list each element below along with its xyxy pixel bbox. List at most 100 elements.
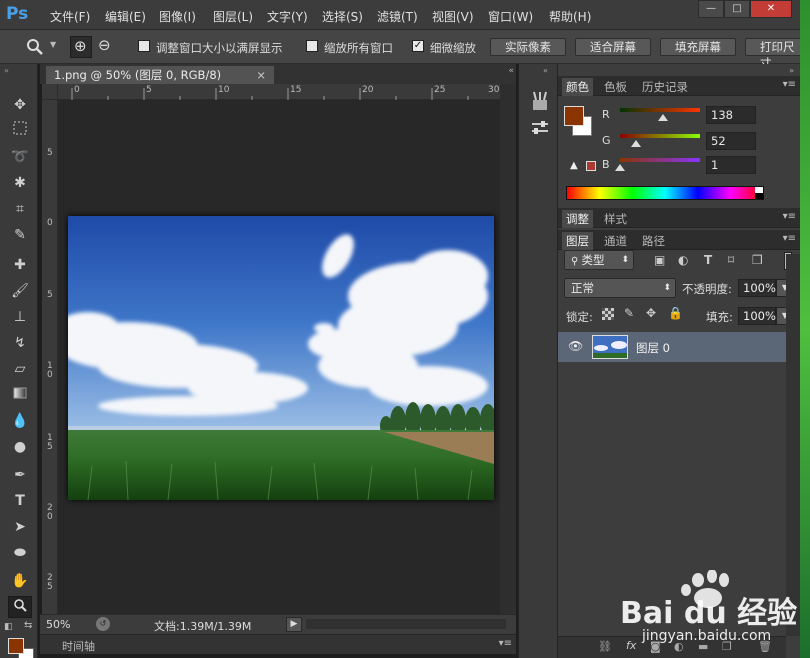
filter-type-layers-icon[interactable]: T xyxy=(704,253,712,267)
move-tool-icon[interactable]: ✥ xyxy=(8,94,32,116)
tab-layers[interactable]: 图层 xyxy=(562,232,593,250)
tab-history[interactable]: 历史记录 xyxy=(638,78,692,96)
tab-styles[interactable]: 样式 xyxy=(600,210,631,228)
fill-screen-button[interactable]: 填充屏幕 xyxy=(660,38,736,56)
blue-slider[interactable] xyxy=(620,158,700,162)
tab-swatches[interactable]: 色板 xyxy=(600,78,631,96)
fill-field[interactable]: 100% xyxy=(738,307,776,325)
expand-panels-icon[interactable]: « xyxy=(543,66,548,75)
tab-paths[interactable]: 路径 xyxy=(638,232,669,250)
vertical-ruler[interactable]: 5 0 5 1 0 1 5 2 0 2 5 xyxy=(42,100,58,614)
clone-stamp-tool-icon[interactable]: ⊥ xyxy=(8,306,32,328)
healing-brush-tool-icon[interactable]: ✚ xyxy=(8,254,32,276)
panel-menu-icon[interactable]: ▾≡ xyxy=(783,79,796,90)
green-slider-thumb[interactable] xyxy=(631,140,641,147)
resize-windows-checkbox[interactable] xyxy=(138,40,150,52)
link-layers-icon[interactable]: ⛓ xyxy=(598,640,612,653)
tab-channels[interactable]: 通道 xyxy=(600,232,631,250)
panel-menu-icon[interactable]: ▾≡ xyxy=(783,233,796,244)
hand-tool-icon[interactable]: ✋ xyxy=(8,570,32,592)
lock-image-pixels-icon[interactable]: ✎ xyxy=(624,306,634,320)
dodge-tool-icon[interactable]: ● xyxy=(8,436,32,458)
pen-tool-icon[interactable]: ✒ xyxy=(8,464,32,486)
timeline-tab[interactable]: 时间轴 xyxy=(62,638,95,654)
minimize-button[interactable]: — xyxy=(698,0,724,18)
filter-smart-objects-icon[interactable]: ❒ xyxy=(752,253,763,267)
tab-adjustments[interactable]: 调整 xyxy=(562,210,593,228)
horizontal-scrollbar[interactable] xyxy=(306,619,506,629)
blue-value-field[interactable]: 1 xyxy=(706,156,756,174)
document-vertical-scrollbar[interactable] xyxy=(500,84,516,614)
lasso-tool-icon[interactable]: ➰ xyxy=(8,146,32,168)
menu-image[interactable]: 图像(I) xyxy=(159,8,196,25)
menu-layer[interactable]: 图层(L) xyxy=(213,8,253,25)
collapse-panels-icon[interactable]: » xyxy=(789,66,794,75)
lock-all-icon[interactable]: 🔒 xyxy=(668,306,683,320)
filter-pixel-layers-icon[interactable]: ▣ xyxy=(654,253,665,267)
color-foreground-swatch[interactable] xyxy=(564,106,584,126)
share-icon[interactable]: ↺ xyxy=(96,617,110,631)
gamut-color-swatch[interactable] xyxy=(586,161,596,171)
filter-adjustment-layers-icon[interactable]: ◐ xyxy=(678,253,688,267)
gamut-warning-icon[interactable]: ▲ xyxy=(570,160,578,171)
zoom-tool-icon[interactable] xyxy=(8,596,32,618)
print-size-button[interactable]: 打印尺寸 xyxy=(745,38,805,70)
status-menu-arrow-icon[interactable]: ▶ xyxy=(286,617,302,632)
horizontal-ruler[interactable]: 0 5 10 15 20 25 30 xyxy=(58,84,500,100)
image-canvas[interactable] xyxy=(68,216,494,500)
menu-type[interactable]: 文字(Y) xyxy=(267,8,308,25)
layer-name[interactable]: 图层 0 xyxy=(636,340,670,356)
type-tool-icon[interactable]: T xyxy=(8,490,32,512)
menu-file[interactable]: 文件(F) xyxy=(50,8,90,25)
red-slider[interactable] xyxy=(620,108,700,112)
collapse-toolbox-icon[interactable]: » xyxy=(4,66,9,75)
lock-transparent-pixels-icon[interactable] xyxy=(602,308,614,320)
brush-presets-icon[interactable] xyxy=(529,90,551,112)
blend-mode-dropdown[interactable]: 正常 ⬍ xyxy=(564,278,676,298)
close-document-icon[interactable]: × xyxy=(256,66,266,84)
tool-presets-icon[interactable] xyxy=(529,118,551,140)
eyedropper-tool-icon[interactable]: ✎ xyxy=(8,224,32,246)
red-value-field[interactable]: 138 xyxy=(706,106,756,124)
panel-menu-icon[interactable]: ▾≡ xyxy=(783,211,796,222)
menu-window[interactable]: 窗口(W) xyxy=(488,8,533,25)
blue-slider-thumb[interactable] xyxy=(615,164,625,171)
panel-menu-icon[interactable]: ▾≡ xyxy=(499,638,512,649)
history-brush-tool-icon[interactable]: ↯ xyxy=(8,332,32,354)
ellipse-tool-icon[interactable]: ⬬ xyxy=(8,542,32,564)
scrubby-zoom-checkbox[interactable]: ✓ xyxy=(412,40,424,52)
zoom-level[interactable]: 50% xyxy=(46,618,70,631)
document-tab[interactable]: 1.png @ 50% (图层 0, RGB/8) × xyxy=(46,66,274,84)
tool-preset-dropdown-icon[interactable]: ▼ xyxy=(50,40,56,49)
zoom-all-windows-checkbox[interactable] xyxy=(306,40,318,52)
lock-position-icon[interactable]: ✥ xyxy=(646,306,656,320)
zoom-tool-icon[interactable] xyxy=(26,38,44,56)
swap-colors-icon[interactable]: ⇆ xyxy=(24,620,32,631)
menu-view[interactable]: 视图(V) xyxy=(432,8,474,25)
filter-shape-layers-icon[interactable]: ⌑ xyxy=(728,253,734,267)
fit-screen-button[interactable]: 适合屏幕 xyxy=(575,38,651,56)
ruler-origin[interactable] xyxy=(42,84,58,100)
path-selection-tool-icon[interactable]: ➤ xyxy=(8,516,32,538)
zoom-in-mode-button[interactable]: ⊕ xyxy=(70,36,92,58)
menu-help[interactable]: 帮助(H) xyxy=(549,8,591,25)
foreground-color-swatch[interactable] xyxy=(8,638,24,654)
eye-visibility-icon[interactable]: 👁 xyxy=(568,339,583,353)
menu-edit[interactable]: 编辑(E) xyxy=(105,8,146,25)
blur-tool-icon[interactable]: 💧 xyxy=(8,410,32,432)
close-button[interactable]: ✕ xyxy=(750,0,792,18)
marquee-tool-icon[interactable] xyxy=(8,120,32,142)
tab-color[interactable]: 颜色 xyxy=(562,78,593,96)
red-slider-thumb[interactable] xyxy=(658,114,669,121)
zoom-out-mode-button[interactable]: ⊖ xyxy=(95,36,117,58)
green-slider[interactable] xyxy=(620,134,700,138)
crop-tool-icon[interactable]: ⌗ xyxy=(8,198,32,220)
opacity-field[interactable]: 100% xyxy=(738,279,776,297)
green-value-field[interactable]: 52 xyxy=(706,132,756,150)
layer-row[interactable]: 👁 图层 0 xyxy=(558,332,786,362)
magic-wand-tool-icon[interactable]: ✱ xyxy=(8,172,32,194)
brush-tool-icon[interactable]: 🖌 xyxy=(8,280,32,302)
default-colors-icon[interactable]: ◧ xyxy=(4,622,13,632)
actual-pixels-button[interactable]: 实际像素 xyxy=(490,38,566,56)
eraser-tool-icon[interactable]: ▱ xyxy=(8,358,32,380)
